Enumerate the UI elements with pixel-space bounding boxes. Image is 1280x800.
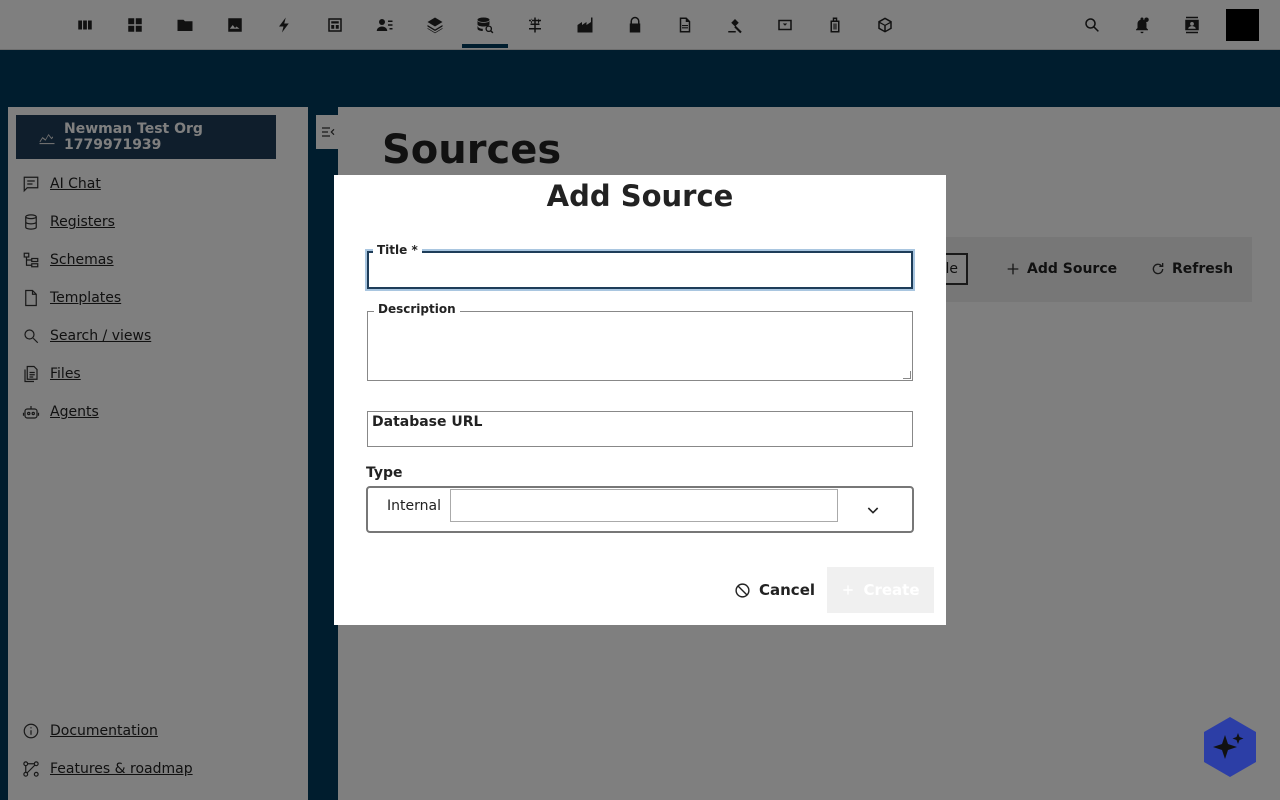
dialog-title: Add Source — [546, 179, 734, 213]
type-selected-value: Internal — [387, 498, 441, 514]
description-field[interactable]: Description — [367, 302, 913, 381]
create-button[interactable]: Create — [827, 567, 934, 613]
cancel-label: Cancel — [759, 581, 816, 599]
database-url-label: Database URL — [372, 414, 483, 430]
title-field-label: Title * — [373, 243, 422, 257]
type-select[interactable]: Internal — [366, 486, 914, 533]
resize-handle[interactable] — [903, 371, 911, 379]
description-field-label: Description — [374, 302, 460, 316]
cancel-icon — [735, 582, 750, 598]
type-search-input[interactable] — [450, 489, 838, 522]
cancel-button[interactable]: Cancel — [734, 575, 815, 605]
type-label: Type — [366, 465, 403, 481]
database-url-field[interactable]: Database URL — [367, 411, 913, 447]
ai-assistant-button[interactable] — [1203, 716, 1257, 778]
title-field[interactable]: Title * — [367, 243, 913, 289]
plus-icon — [843, 585, 854, 595]
create-label: Create — [863, 581, 920, 599]
chevron-down-icon[interactable] — [865, 502, 881, 518]
add-source-dialog: Add Source Title * Description Database … — [334, 175, 946, 625]
